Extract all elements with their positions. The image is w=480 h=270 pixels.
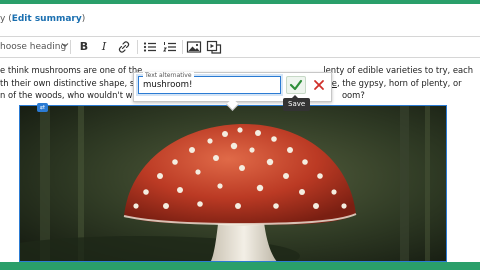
edit-summary-link[interactable]: Edit summary: [12, 14, 82, 24]
bulleted-list-button[interactable]: [142, 39, 158, 55]
mushroom-image-widget[interactable]: [19, 105, 447, 262]
numbered-list-button[interactable]: [162, 39, 178, 55]
bulleted-list-icon: [142, 39, 158, 55]
editor-toolbar: hoose heading B I: [0, 36, 480, 58]
toolbar-divider: [137, 40, 138, 54]
alt-text-label: Text alternative: [143, 72, 194, 79]
media-icon: [206, 39, 222, 55]
bold-button[interactable]: B: [76, 39, 92, 55]
toolbar-divider: [182, 40, 183, 54]
summary-prefix: y: [0, 14, 6, 24]
heading-dropdown[interactable]: hoose heading: [0, 37, 68, 57]
alt-text-value: mushroom!: [143, 80, 193, 90]
numbered-list-icon: [162, 39, 178, 55]
image-icon: [186, 39, 202, 55]
summary-row: y (Edit summary): [0, 14, 86, 24]
close-icon: [310, 79, 328, 98]
save-tooltip: Save: [283, 98, 311, 111]
save-alt-text-button[interactable]: [286, 76, 306, 94]
toolbar-divider: [70, 40, 71, 54]
bottom-accent-bar: [0, 262, 480, 270]
cancel-alt-text-button[interactable]: [310, 76, 328, 94]
mushroom-photo: [20, 106, 446, 261]
editor-window: y (Edit summary) hoose heading B I e thi…: [0, 0, 480, 270]
insert-media-button[interactable]: [206, 39, 222, 55]
chevron-down-icon: [61, 41, 69, 52]
heading-dropdown-label: hoose heading: [0, 42, 67, 52]
italic-button[interactable]: I: [96, 39, 112, 55]
insert-image-button[interactable]: [186, 39, 202, 55]
top-accent-bar: [0, 0, 480, 4]
link-icon: [116, 39, 132, 55]
link-button[interactable]: [116, 39, 132, 55]
image-widget-handle-icon[interactable]: ⇄: [37, 103, 48, 112]
